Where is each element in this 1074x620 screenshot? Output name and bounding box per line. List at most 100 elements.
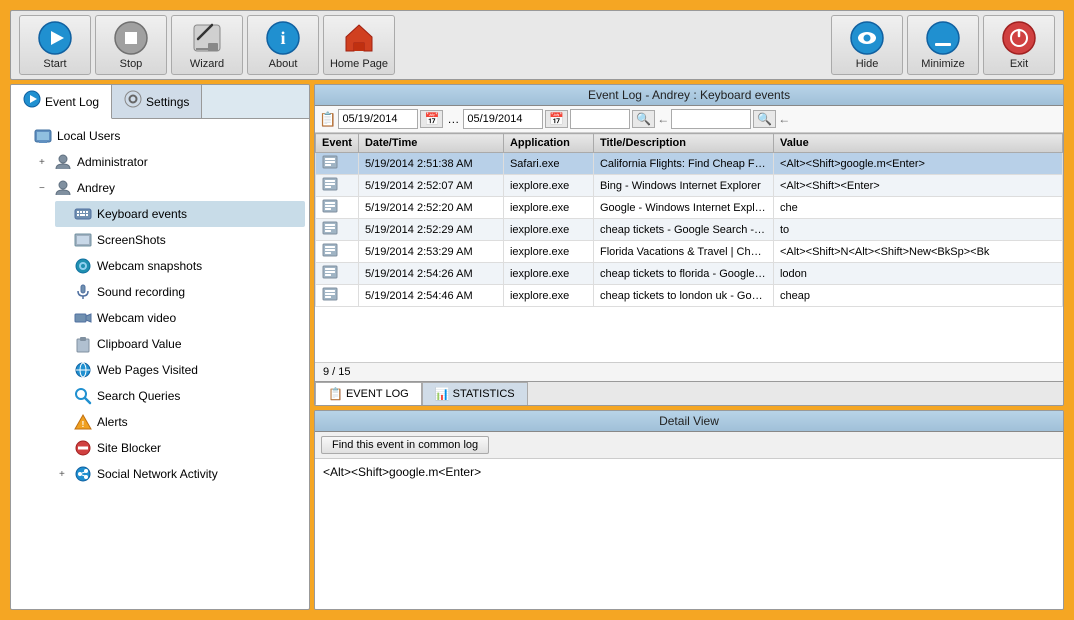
value-filter-icon[interactable]: 🔍 (753, 110, 776, 128)
date-to-input[interactable] (463, 109, 543, 129)
site-blocker-label: Site Blocker (97, 441, 161, 455)
col-value[interactable]: Value (773, 134, 1062, 153)
administrator-icon (53, 152, 73, 172)
bottom-tab-statistics[interactable]: 📊 STATISTICS (422, 382, 528, 405)
calendar-to-icon[interactable]: 📅 (545, 110, 568, 128)
toolbar: Start Stop (10, 10, 1064, 80)
row-value: <Alt><Shift><Enter> (773, 175, 1062, 197)
detail-panel: Detail View Find this event in common lo… (314, 410, 1064, 610)
local-users-icon (33, 126, 53, 146)
tree-item-webcam-snapshots[interactable]: Webcam snapshots (55, 253, 305, 279)
homepage-icon (341, 20, 377, 56)
andrey-icon (53, 178, 73, 198)
tree-container: Local Users + Administrator − Andrey (11, 119, 309, 609)
row-datetime: 5/19/2014 2:52:29 AM (358, 219, 503, 241)
tree-item-alerts[interactable]: ! Alerts (55, 409, 305, 435)
col-datetime[interactable]: Date/Time (358, 134, 503, 153)
tab-eventlog[interactable]: Event Log (11, 85, 112, 119)
start-button[interactable]: Start (19, 15, 91, 75)
date-from-input[interactable] (338, 109, 418, 129)
screenshots-icon (73, 230, 93, 250)
table-row[interactable]: 5/19/2014 2:54:26 AMiexplore.execheap ti… (316, 263, 1063, 285)
filter-icon: 📋 (319, 111, 336, 128)
row-value: lodon (773, 263, 1062, 285)
event-log-title: Event Log - Andrey : Keyboard events (315, 85, 1063, 106)
tree-item-screenshots[interactable]: ScreenShots (55, 227, 305, 253)
tab-settings[interactable]: Settings (112, 85, 202, 118)
row-datetime: 5/19/2014 2:54:46 AM (358, 285, 503, 307)
alerts-label: Alerts (97, 415, 128, 429)
tree-item-local-users[interactable]: Local Users (15, 123, 305, 149)
expand-social: + (59, 469, 73, 480)
bottom-tab-eventlog[interactable]: 📋 EVENT LOG (315, 382, 422, 405)
tree-item-webcam-video[interactable]: Webcam video (55, 305, 305, 331)
alerts-icon: ! (73, 412, 93, 432)
svg-text:i: i (280, 28, 285, 48)
table-row[interactable]: 5/19/2014 2:53:29 AMiexplore.exeFlorida … (316, 241, 1063, 263)
tree-item-search-queries[interactable]: Search Queries (55, 383, 305, 409)
pagination: 9 / 15 (315, 362, 1063, 381)
settings-tab-icon (124, 90, 142, 113)
row-application: iexplore.exe (503, 219, 593, 241)
row-title: Google - Windows Internet Explore (593, 197, 773, 219)
wizard-label: Wizard (190, 58, 224, 70)
find-event-button[interactable]: Find this event in common log (321, 436, 489, 454)
table-row[interactable]: 5/19/2014 2:52:20 AMiexplore.exeGoogle -… (316, 197, 1063, 219)
table-row[interactable]: 5/19/2014 2:54:46 AMiexplore.execheap ti… (316, 285, 1063, 307)
wizard-button[interactable]: Wizard (171, 15, 243, 75)
tree-item-web-pages[interactable]: Web Pages Visited (55, 357, 305, 383)
app-filter-input[interactable] (570, 109, 630, 129)
row-event-icon (316, 241, 359, 263)
site-blocker-icon (73, 438, 93, 458)
table-row[interactable]: 5/19/2014 2:52:07 AMiexplore.exeBing - W… (316, 175, 1063, 197)
row-application: iexplore.exe (503, 285, 593, 307)
hide-button[interactable]: Hide (831, 15, 903, 75)
col-title[interactable]: Title/Description (593, 134, 773, 153)
homepage-label: Home Page (330, 58, 388, 70)
minimize-label: Minimize (921, 58, 964, 70)
sound-recording-icon (73, 282, 93, 302)
row-value: <Alt><Shift>google.m<Enter> (773, 153, 1062, 175)
event-log-panel: Event Log - Andrey : Keyboard events 📋 📅… (314, 84, 1064, 406)
tree-item-sound-recording[interactable]: Sound recording (55, 279, 305, 305)
tree-item-keyboard-events[interactable]: Keyboard events (55, 201, 305, 227)
table-row[interactable]: 5/19/2014 2:51:38 AMSafari.exeCalifornia… (316, 153, 1063, 175)
search-icon (73, 386, 93, 406)
exit-button[interactable]: Exit (983, 15, 1055, 75)
homepage-button[interactable]: Home Page (323, 15, 395, 75)
andrey-label: Andrey (77, 181, 115, 195)
search-queries-label: Search Queries (97, 389, 180, 403)
toolbar-left: Start Stop (19, 15, 395, 75)
row-title: cheap tickets - Google Search - Win (593, 219, 773, 241)
tree-item-social-network[interactable]: + Social Network Activity (55, 461, 305, 487)
minimize-button[interactable]: Minimize (907, 15, 979, 75)
content-area: Event Log Settings Local Users (10, 84, 1064, 610)
tree-item-andrey[interactable]: − Andrey (35, 175, 305, 201)
toolbar-right: Hide Minimize (831, 15, 1055, 75)
date-separator: … (445, 112, 461, 126)
web-pages-label: Web Pages Visited (97, 363, 198, 377)
row-title: Bing - Windows Internet Explorer (593, 175, 773, 197)
hide-icon (849, 20, 885, 56)
app-filter-icon[interactable]: 🔍 (632, 110, 655, 128)
tree-item-site-blocker[interactable]: Site Blocker (55, 435, 305, 461)
expand-administrator: + (39, 157, 53, 168)
table-row[interactable]: 5/19/2014 2:52:29 AMiexplore.execheap ti… (316, 219, 1063, 241)
row-datetime: 5/19/2014 2:52:20 AM (358, 197, 503, 219)
sound-recording-label: Sound recording (97, 285, 185, 299)
calendar-from-icon[interactable]: 📅 (420, 110, 443, 128)
about-button[interactable]: i About (247, 15, 319, 75)
stop-button[interactable]: Stop (95, 15, 167, 75)
row-event-icon (316, 285, 359, 307)
row-event-icon (316, 153, 359, 175)
tree-item-administrator[interactable]: + Administrator (35, 149, 305, 175)
row-datetime: 5/19/2014 2:53:29 AM (358, 241, 503, 263)
clipboard-icon (73, 334, 93, 354)
value-filter-input[interactable] (671, 109, 751, 129)
row-event-icon (316, 219, 359, 241)
col-application[interactable]: Application (503, 134, 593, 153)
web-pages-icon (73, 360, 93, 380)
left-panel-tabs: Event Log Settings (11, 85, 309, 119)
tree-item-clipboard[interactable]: Clipboard Value (55, 331, 305, 357)
about-label: About (269, 58, 298, 70)
